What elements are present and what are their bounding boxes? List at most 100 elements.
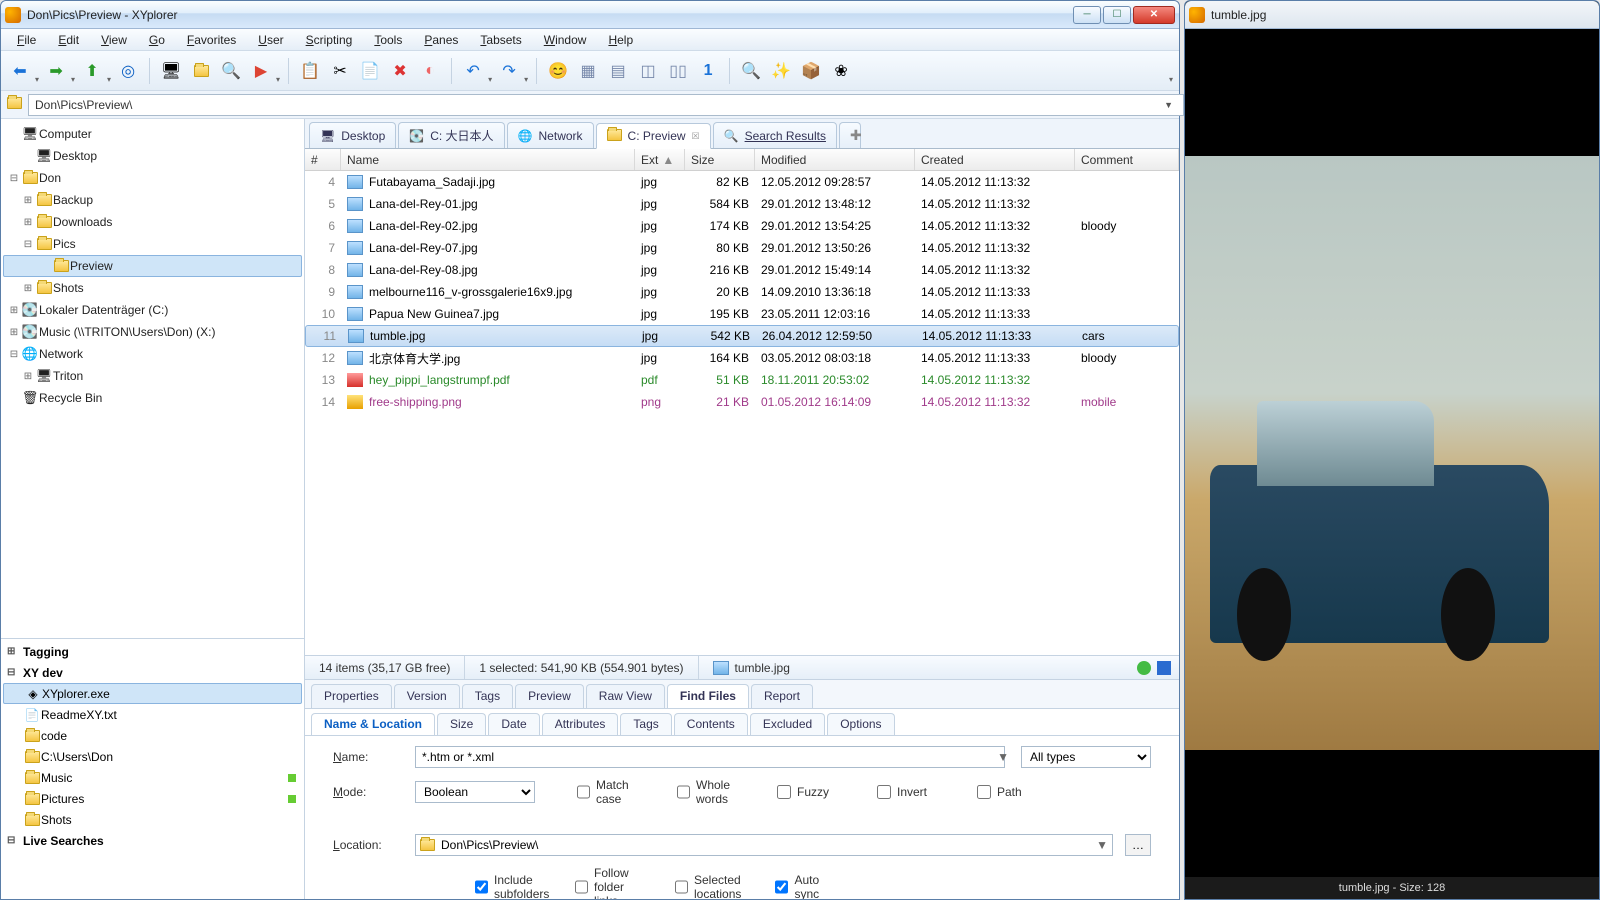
file-row[interactable]: 13hey_pippi_langstrumpf.pdfpdf51 KB18.11… bbox=[305, 369, 1179, 391]
menu-file[interactable]: File bbox=[7, 30, 46, 50]
tree-item[interactable]: Preview bbox=[3, 255, 302, 277]
catalog-panel[interactable]: ⊞Tagging⊟XY dev◈XYplorer.exe📄ReadmeXY.tx… bbox=[1, 639, 304, 899]
file-list[interactable]: 4Futabayama_Sadaji.jpgjpg82 KB12.05.2012… bbox=[305, 171, 1179, 655]
tab[interactable]: 💽C: 大日本人 bbox=[398, 122, 504, 148]
new-tab-button[interactable]: ✚ bbox=[839, 122, 861, 148]
catalog-item[interactable]: code bbox=[3, 725, 302, 746]
location-input[interactable]: Don\Pics\Preview\ ▼ bbox=[415, 834, 1113, 856]
erase-icon[interactable]: ◐ bbox=[417, 58, 443, 84]
check-path[interactable]: Path bbox=[977, 785, 1047, 799]
toolbar-overflow[interactable]: ▾ bbox=[1169, 75, 1173, 90]
minimize-button[interactable] bbox=[1073, 6, 1101, 24]
star-icon[interactable]: ✨ bbox=[768, 58, 794, 84]
folder-tree[interactable]: 🖥Computer🖥Desktop⊟Don⊞Backup⊞Downloads⊟P… bbox=[1, 119, 304, 639]
tree-item[interactable]: ⊞Downloads bbox=[3, 211, 302, 233]
col-ext[interactable]: Ext ▲ bbox=[635, 149, 685, 170]
menu-tools[interactable]: Tools bbox=[364, 30, 412, 50]
check-invert[interactable]: Invert bbox=[877, 785, 947, 799]
catalog-item[interactable]: 📄ReadmeXY.txt bbox=[3, 704, 302, 725]
preview-titlebar[interactable]: tumble.jpg bbox=[1185, 1, 1599, 29]
open-folder-icon[interactable] bbox=[188, 58, 214, 84]
file-row[interactable]: 12北京体育大学.jpgjpg164 KB03.05.2012 08:03:18… bbox=[305, 347, 1179, 369]
target-icon[interactable]: ◎ bbox=[115, 58, 141, 84]
catalog-item[interactable]: ⊟Live Searches bbox=[3, 830, 302, 851]
catalog-item[interactable]: C:\Users\Don bbox=[3, 746, 302, 767]
catalog-item[interactable]: Shots bbox=[3, 809, 302, 830]
menu-edit[interactable]: Edit bbox=[48, 30, 89, 50]
status-ok-icon[interactable] bbox=[1137, 661, 1151, 675]
tree-item[interactable]: 🖥Desktop bbox=[3, 145, 302, 167]
info-tab[interactable]: Preview bbox=[515, 684, 584, 708]
menu-favorites[interactable]: Favorites bbox=[177, 30, 246, 50]
tree-item[interactable]: ⊞🖥Triton bbox=[3, 365, 302, 387]
sub-tab[interactable]: Size bbox=[437, 713, 486, 735]
sub-tab[interactable]: Attributes bbox=[542, 713, 619, 735]
info-tab[interactable]: Properties bbox=[311, 684, 392, 708]
catalog-item[interactable]: Pictures bbox=[3, 788, 302, 809]
check-fuzzy[interactable]: Fuzzy bbox=[777, 785, 847, 799]
check-match-case[interactable]: Match case bbox=[577, 778, 647, 806]
menu-view[interactable]: View bbox=[91, 30, 137, 50]
redo-icon[interactable]: ↷ bbox=[496, 58, 522, 84]
sub-tab[interactable]: Name & Location bbox=[311, 713, 435, 735]
paste-icon[interactable]: 📄 bbox=[357, 58, 383, 84]
file-row[interactable]: 11tumble.jpgjpg542 KB26.04.2012 12:59:50… bbox=[305, 325, 1179, 347]
file-row[interactable]: 5Lana-del-Rey-01.jpgjpg584 KB29.01.2012 … bbox=[305, 193, 1179, 215]
copy-icon[interactable]: 📋 bbox=[297, 58, 323, 84]
file-row[interactable]: 10Papua New Guinea7.jpgjpg195 KB23.05.20… bbox=[305, 303, 1179, 325]
tab[interactable]: 🖥Desktop bbox=[309, 122, 396, 148]
tab[interactable]: C: Preview☒ bbox=[596, 123, 711, 149]
file-list-header[interactable]: # Name Ext ▲ Size Modified Created Comme… bbox=[305, 149, 1179, 171]
browse-button[interactable]: … bbox=[1125, 834, 1151, 856]
col-comment[interactable]: Comment bbox=[1075, 149, 1179, 170]
tab[interactable]: 🔍Search Results bbox=[713, 122, 837, 148]
forward-button[interactable]: ➡ bbox=[43, 58, 69, 84]
tree-item[interactable]: 🗑Recycle Bin bbox=[3, 387, 302, 409]
col-num[interactable]: # bbox=[305, 149, 341, 170]
tree-item[interactable]: 🖥Computer bbox=[3, 123, 302, 145]
info-tab[interactable]: Raw View bbox=[586, 684, 665, 708]
split-icon[interactable]: ◫ bbox=[635, 58, 661, 84]
sub-tab[interactable]: Excluded bbox=[750, 713, 825, 735]
tree-item[interactable]: ⊞Backup bbox=[3, 189, 302, 211]
info-tab[interactable]: Find Files bbox=[667, 684, 749, 708]
tree-item[interactable]: ⊞💽Music (\\TRITON\Users\Don) (X:) bbox=[3, 321, 302, 343]
info-tab[interactable]: Report bbox=[751, 684, 813, 708]
check-selected-locations[interactable]: Selected locations bbox=[675, 873, 745, 899]
sub-tab[interactable]: Options bbox=[827, 713, 894, 735]
tree-item[interactable]: ⊞💽Lokaler Datenträger (C:) bbox=[3, 299, 302, 321]
col-created[interactable]: Created bbox=[915, 149, 1075, 170]
col-name[interactable]: Name bbox=[341, 149, 635, 170]
tree-item[interactable]: ⊟🌐Network bbox=[3, 343, 302, 365]
catalog-item[interactable]: ◈XYplorer.exe bbox=[3, 683, 302, 704]
tree-item[interactable]: ⊟Pics bbox=[3, 233, 302, 255]
col-modified[interactable]: Modified bbox=[755, 149, 915, 170]
mode-select[interactable]: Boolean bbox=[415, 781, 535, 803]
check-follow-folder-links[interactable]: Follow folder links bbox=[575, 866, 645, 899]
menu-panes[interactable]: Panes bbox=[414, 30, 468, 50]
file-row[interactable]: 14free-shipping.pngpng21 KB01.05.2012 16… bbox=[305, 391, 1179, 413]
face-icon[interactable]: 😊 bbox=[545, 58, 571, 84]
type-select[interactable]: All types bbox=[1021, 746, 1151, 768]
monitor-icon[interactable]: 🖥 bbox=[158, 58, 184, 84]
zoom-icon[interactable]: 🔍 bbox=[738, 58, 764, 84]
tree-item[interactable]: ⊞Shots bbox=[3, 277, 302, 299]
info-tab[interactable]: Version bbox=[394, 684, 460, 708]
back-button[interactable]: ⬅ bbox=[7, 58, 33, 84]
panes-icon[interactable]: ▯▯ bbox=[665, 58, 691, 84]
address-dropdown[interactable]: ▼ bbox=[1164, 100, 1173, 110]
menu-go[interactable]: Go bbox=[139, 30, 175, 50]
menu-window[interactable]: Window bbox=[534, 30, 597, 50]
check-whole-words[interactable]: Whole words bbox=[677, 778, 747, 806]
check-include-subfolders[interactable]: Include subfolders bbox=[475, 873, 545, 899]
status-toggle-icon[interactable] bbox=[1157, 661, 1171, 675]
tab[interactable]: 🌐Network bbox=[507, 122, 594, 148]
catalog-item[interactable]: Music bbox=[3, 767, 302, 788]
catalog-item[interactable]: ⊟XY dev bbox=[3, 662, 302, 683]
search-icon[interactable]: 🔍 bbox=[218, 58, 244, 84]
menu-scripting[interactable]: Scripting bbox=[296, 30, 363, 50]
file-row[interactable]: 4Futabayama_Sadaji.jpgjpg82 KB12.05.2012… bbox=[305, 171, 1179, 193]
close-button[interactable] bbox=[1133, 6, 1175, 24]
grid2-icon[interactable]: ▤ bbox=[605, 58, 631, 84]
maximize-button[interactable] bbox=[1103, 6, 1131, 24]
